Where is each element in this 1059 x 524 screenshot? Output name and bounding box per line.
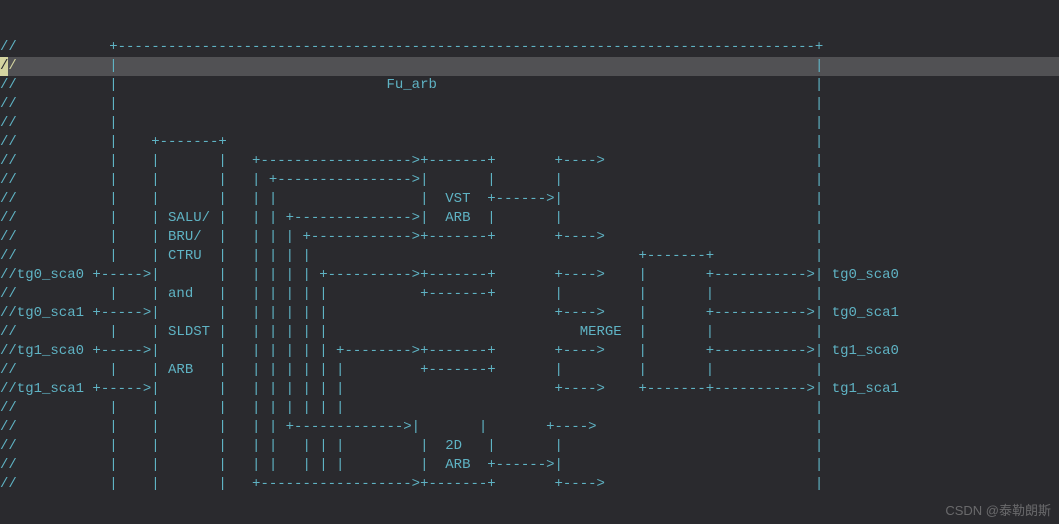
comment-content: // +------------------------------------… (0, 38, 823, 57)
code-line: // | | | | | | | | | ARB +------>| | (0, 456, 1059, 475)
comment-content: // | | ARB | | | | | | | +-------+ | | |… (0, 361, 823, 380)
comment-content: // | | (0, 95, 823, 114)
code-line: // | | SALU/ | | | +-------------->| ARB… (0, 209, 1059, 228)
comment-content: // | Fu_arb | (0, 76, 823, 95)
code-line: // | | ARB | | | | | | | +-------+ | | |… (0, 361, 1059, 380)
comment-content: // | | | +------------------>+-------+ +… (0, 152, 823, 171)
code-line: // | | | | | +------------->| | +----> | (0, 418, 1059, 437)
ascii-diagram-code: // +------------------------------------… (0, 0, 1059, 513)
comment-content: //tg1_sca1 +----->| | | | | | | | +---->… (0, 380, 899, 399)
code-line: // | | CTRU | | | | | +-------+ | (0, 247, 1059, 266)
comment-content: // | | BRU/ | | | | +------------>+-----… (0, 228, 823, 247)
code-line: // | | | | +---------------->| | | | (0, 171, 1059, 190)
code-line: // | Fu_arb | (0, 76, 1059, 95)
code-line: // | | and | | | | | | +-------+ | | | | (0, 285, 1059, 304)
code-line: // | | | +------------------>+-------+ +… (0, 152, 1059, 171)
code-line: // | | (0, 114, 1059, 133)
code-line: // +------------------------------------… (0, 38, 1059, 57)
code-line: // | | | +------------------>+-------+ +… (0, 475, 1059, 494)
comment-content: // | | SALU/ | | | +-------------->| ARB… (0, 209, 823, 228)
code-line: //tg0_sca1 +----->| | | | | | | +----> |… (0, 304, 1059, 323)
code-line: // | | (0, 95, 1059, 114)
comment-content: // | | | | | | | | | 2D | | | (0, 437, 823, 456)
comment-content: // | | | | | +------------->| | +----> | (0, 418, 823, 437)
comment-content: // | +-------+ | (0, 133, 823, 152)
comment-content: // | | SLDST | | | | | | MERGE | | | (0, 323, 823, 342)
comment-content: //tg0_sca1 +----->| | | | | | | +----> |… (0, 304, 899, 323)
cursor-position: / (0, 57, 8, 76)
comment-content: // | | (0, 114, 823, 133)
comment-content: // | | | | | | | | | | (0, 399, 823, 418)
comment-content: // | | | +------------------>+-------+ +… (0, 475, 823, 494)
comment-content: //tg1_sca0 +----->| | | | | | | +-------… (0, 342, 899, 361)
code-line: // | | | | | | | | | 2D | | | (0, 437, 1059, 456)
comment-content: // | | CTRU | | | | | +-------+ | (0, 247, 823, 266)
code-line: // | | SLDST | | | | | | MERGE | | | (0, 323, 1059, 342)
comment-content: // | | | | | | VST +------>| | (0, 190, 823, 209)
comment-content: // | | and | | | | | | +-------+ | | | | (0, 285, 823, 304)
code-line: // | | BRU/ | | | | +------------>+-----… (0, 228, 1059, 247)
code-line: //tg1_sca1 +----->| | | | | | | | +---->… (0, 380, 1059, 399)
watermark-text: CSDN @泰勒朗斯 (945, 501, 1051, 520)
code-line: // | | | | | | | | | | (0, 399, 1059, 418)
comment-content: //tg0_sca0 +----->| | | | | | +---------… (0, 266, 899, 285)
comment-content: // | | | | | | | | | ARB +------>| | (0, 456, 823, 475)
code-line: //tg0_sca0 +----->| | | | | | +---------… (0, 266, 1059, 285)
code-line: //tg1_sca0 +----->| | | | | | | +-------… (0, 342, 1059, 361)
code-line: // | | | | | | VST +------>| | (0, 190, 1059, 209)
code-line: // | +-------+ | (0, 133, 1059, 152)
comment-content: // | | | | +---------------->| | | | (0, 171, 823, 190)
code-line: // | | (0, 57, 1059, 76)
